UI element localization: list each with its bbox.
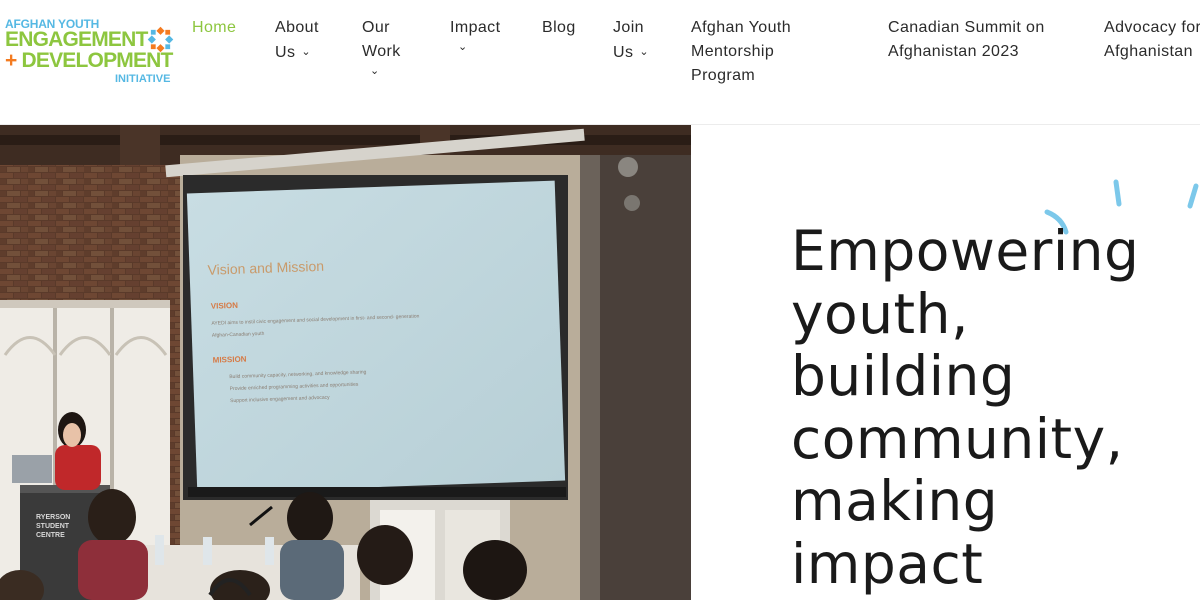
nav-impact-label: Impact — [450, 19, 501, 36]
hero-line-3: building — [791, 344, 1016, 408]
nav-advocacy[interactable]: Advocacy for Afghanistan — [1104, 16, 1200, 64]
hero-line-5: making — [791, 469, 999, 533]
hero-line-4: community, — [791, 406, 1124, 471]
nav-work-label-1: Our — [362, 19, 390, 36]
nav-mentorship-program[interactable]: Afghan Youth Mentorship Program — [691, 16, 791, 88]
nav-home[interactable]: Home — [192, 16, 236, 40]
star-pattern-icon — [147, 26, 174, 53]
nav-home-label: Home — [192, 19, 237, 36]
site-logo[interactable]: AFGHAN YOUTH ENGAGEMENT + DEVELOPMENT IN… — [5, 17, 180, 89]
hero-photo: Vision and Mission VISION AYEDI aims to … — [0, 125, 691, 600]
podium-text-3: CENTRE — [36, 532, 65, 539]
presentation-photo: Vision and Mission VISION AYEDI aims to … — [0, 125, 691, 600]
nav-impact[interactable]: Impact ⌄ — [450, 16, 500, 54]
nav-join-label-1: Join — [613, 19, 644, 36]
nav-our-work[interactable]: Our Work ⌄ — [362, 16, 401, 78]
nav-advocacy-label-1: Advocacy for — [1104, 19, 1200, 36]
nav-blog[interactable]: Blog — [542, 16, 576, 40]
nav-about-label-2: Us — [275, 44, 296, 61]
podium-text-2: STUDENT — [36, 523, 70, 530]
slide-mission-heading: MISSION — [213, 355, 247, 365]
site-header: AFGHAN YOUTH ENGAGEMENT + DEVELOPMENT IN… — [0, 0, 1200, 125]
logo-plus: + — [5, 49, 17, 72]
chevron-down-icon: ⌄ — [301, 46, 311, 58]
nav-about-label-1: About — [275, 19, 319, 36]
nav-join-label-2: Us — [613, 44, 634, 61]
nav-summit-label-1: Canadian Summit on — [888, 19, 1045, 36]
nav-work-label-2: Work — [362, 43, 401, 60]
nav-advocacy-label-2: Afghanistan — [1104, 43, 1193, 60]
hero-line-6: impact — [791, 531, 984, 596]
slide-vision-heading: VISION — [211, 301, 239, 311]
chevron-down-icon: ⌄ — [639, 46, 649, 58]
hero-line-2: youth, — [791, 281, 969, 346]
nav-mentorship-label-2: Mentorship — [691, 43, 775, 60]
chevron-down-icon: ⌄ — [458, 41, 468, 53]
logo-line-engagement: ENGAGEMENT — [5, 28, 148, 51]
nav-join-us[interactable]: Join Us ⌄ — [613, 16, 649, 65]
nav-blog-label: Blog — [542, 19, 576, 36]
logo-line-development: + DEVELOPMENT — [5, 50, 173, 72]
nav-canadian-summit[interactable]: Canadian Summit on Afghanistan 2023 — [888, 16, 1045, 64]
nav-summit-label-2: Afghanistan 2023 — [888, 43, 1019, 60]
nav-about-us[interactable]: About Us ⌄ — [275, 16, 319, 65]
nav-mentorship-label-3: Program — [691, 67, 756, 84]
chevron-down-icon: ⌄ — [370, 65, 380, 77]
podium-text-1: RYERSON — [36, 514, 70, 521]
hero-line-1: Empowering — [791, 219, 1140, 283]
hero-heading: Empowering youth, building community, ma… — [791, 220, 1191, 595]
nav-mentorship-label-1: Afghan Youth — [691, 19, 792, 36]
logo-line-initiative: INITIATIVE — [115, 73, 171, 85]
